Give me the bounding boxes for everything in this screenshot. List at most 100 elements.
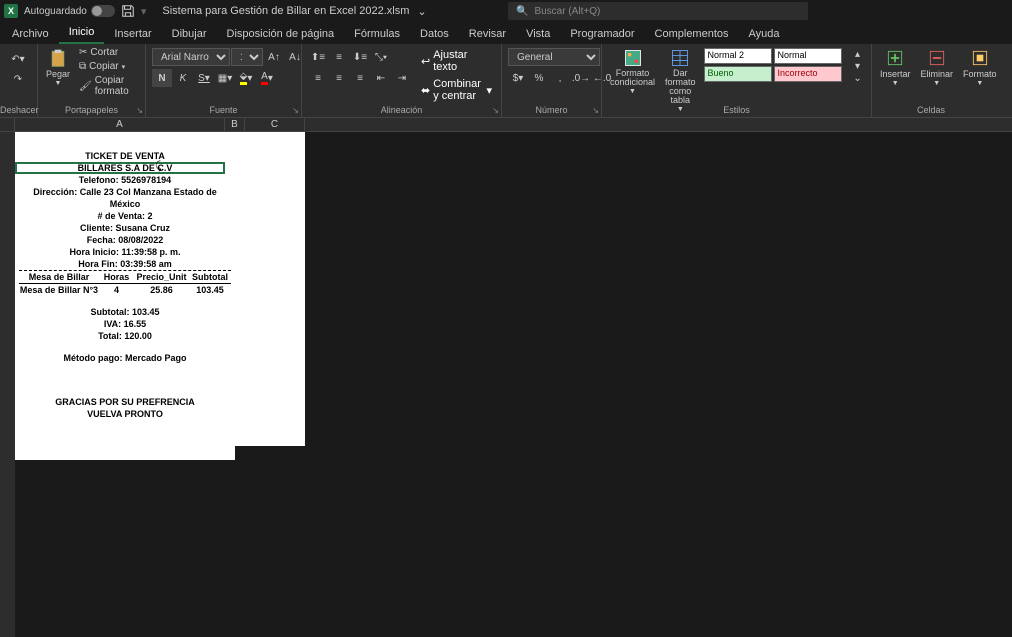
save-icon[interactable] (121, 4, 135, 18)
align-center-button[interactable]: ≡ (329, 69, 349, 87)
col-header-b[interactable]: B (225, 118, 245, 131)
group-alignment: ⬆≡ ≡ ⬇≡ ⤡▾ ≡ ≡ ≡ ⇤ ⇥ ↩Ajustar texto ⬌Com… (302, 44, 502, 117)
ticket-address: Dirección: Calle 23 Col Manzana Estado d… (19, 186, 231, 210)
decrease-indent-button[interactable]: ⇤ (371, 69, 391, 87)
tab-dibujar[interactable]: Dibujar (162, 24, 217, 44)
increase-font-button[interactable]: A↑ (264, 48, 284, 66)
copy-button[interactable]: ⧉Copiar▾ (76, 60, 141, 73)
delete-cells-button[interactable]: Eliminar▼ (917, 46, 958, 89)
tab-datos[interactable]: Datos (410, 24, 459, 44)
cut-button[interactable]: ✂Cortar (76, 46, 141, 59)
chevron-down-icon: ▾ (122, 63, 126, 71)
format-painter-button[interactable]: 🖌Copiar formato (76, 74, 141, 98)
align-bottom-button[interactable]: ⬇≡ (350, 48, 370, 66)
italic-button[interactable]: K (173, 69, 193, 87)
alignment-dialog-launcher-icon[interactable]: ↘ (492, 106, 499, 115)
currency-button[interactable]: $▾ (508, 69, 528, 87)
column-headers: A B C (0, 118, 1012, 132)
tab-formulas[interactable]: Fórmulas (344, 24, 410, 44)
file-name[interactable]: Sistema para Gestión de Billar en Excel … (162, 5, 409, 17)
tab-insertar[interactable]: Insertar (104, 24, 161, 44)
ticket-client: Cliente: Susana Cruz (19, 222, 231, 234)
tab-inicio[interactable]: Inicio (59, 22, 105, 44)
insert-cells-button[interactable]: Insertar▼ (876, 46, 915, 89)
group-clipboard: Pegar ▼ ✂Cortar ⧉Copiar▾ 🖌Copiar formato… (38, 44, 146, 117)
group-undo: ↶▾ ↷ Deshacer (0, 44, 38, 117)
chevron-down-icon: ▾ (486, 84, 492, 97)
group-styles: Formato condicional▼ Dar formato como ta… (602, 44, 872, 117)
ticket-start: Hora Inicio: 11:39:58 p. m. (19, 246, 231, 258)
clipboard-dialog-launcher-icon[interactable]: ↘ (136, 106, 143, 115)
increase-decimal-button[interactable]: .0→ (571, 69, 591, 87)
font-name-select[interactable]: Arial Narrow (152, 48, 230, 66)
styles-scroll-up-icon[interactable]: ▴ (848, 48, 868, 60)
orientation-button[interactable]: ⤡▾ (371, 48, 391, 66)
redo-button[interactable]: ↷ (8, 70, 28, 88)
number-dialog-launcher-icon[interactable]: ↘ (592, 106, 599, 115)
toggle-switch-icon[interactable] (91, 5, 115, 17)
align-left-button[interactable]: ≡ (308, 69, 328, 87)
fill-color-button[interactable]: ⬙▾ (236, 69, 256, 87)
search-icon: 🔍 (516, 6, 528, 17)
row-headers (0, 132, 15, 637)
autosave-toggle[interactable]: Autoguardado (24, 5, 115, 17)
format-cells-button[interactable]: Formato▼ (959, 46, 1001, 89)
group-styles-label: Estilos (602, 105, 871, 115)
paste-button[interactable]: Pegar ▼ (42, 46, 74, 89)
ticket-subtotal: Subtotal: 103.45 (19, 306, 231, 318)
merge-center-button[interactable]: ⬌Combinar y centrar▾ (418, 77, 495, 103)
font-dialog-launcher-icon[interactable]: ↘ (292, 106, 299, 115)
tab-ayuda[interactable]: Ayuda (739, 24, 790, 44)
tab-complementos[interactable]: Complementos (645, 24, 739, 44)
ticket-pay-method: Método pago: Mercado Pago (19, 352, 231, 364)
wrap-icon: ↩ (421, 55, 430, 68)
styles-more-icon[interactable]: ⌄ (848, 72, 868, 84)
chevron-down-icon: ▼ (892, 80, 899, 87)
tab-disposicion[interactable]: Disposición de página (217, 24, 345, 44)
ticket-table-header: Mesa de Billar Horas Precio_Unit Subtota… (19, 270, 231, 284)
percent-button[interactable]: % (529, 69, 549, 87)
bold-button[interactable]: N (152, 69, 172, 87)
ticket-sale-no: # de Venta: 2 (19, 210, 231, 222)
styles-scroll-down-icon[interactable]: ▾ (848, 60, 868, 72)
align-top-button[interactable]: ⬆≡ (308, 48, 328, 66)
cell-style-bad[interactable]: Incorrecto (774, 66, 842, 82)
ticket-total: Total: 120.00 (19, 330, 231, 342)
copy-icon: ⧉ (79, 61, 86, 72)
tab-archivo[interactable]: Archivo (2, 24, 59, 44)
select-all-corner[interactable] (0, 118, 15, 131)
ticket-phone: Telefono: 5526978194 (19, 174, 231, 186)
col-header-c[interactable]: C (245, 118, 305, 131)
group-clipboard-label: Portapapeles (38, 105, 145, 115)
tab-revisar[interactable]: Revisar (459, 24, 516, 44)
cell-style-normal[interactable]: Normal (774, 48, 842, 64)
underline-button[interactable]: S▾ (194, 69, 214, 87)
col-header-a[interactable]: A (15, 118, 225, 131)
ticket-date: Fecha: 08/08/2022 (19, 234, 231, 246)
comma-style-button[interactable]: , (550, 69, 570, 87)
chevron-down-icon: ▼ (933, 80, 940, 87)
qat-overflow-icon[interactable]: ▾ (141, 5, 147, 18)
font-size-select[interactable]: 10 (231, 48, 263, 66)
border-button[interactable]: ▦▾ (215, 69, 235, 87)
group-cells: Insertar▼ Eliminar▼ Formato▼ Celdas (872, 44, 990, 117)
brush-icon: 🖌 (79, 81, 92, 92)
align-middle-button[interactable]: ≡ (329, 48, 349, 66)
tab-vista[interactable]: Vista (516, 24, 560, 44)
conditional-format-button[interactable]: Formato condicional▼ (606, 46, 659, 97)
number-format-select[interactable]: General (508, 48, 600, 66)
chevron-down-icon: ▼ (629, 88, 636, 95)
align-right-button[interactable]: ≡ (350, 69, 370, 87)
scissors-icon: ✂ (79, 47, 87, 58)
search-input[interactable]: 🔍 Buscar (Alt+Q) (508, 2, 808, 20)
file-dropdown-icon[interactable]: ⌄ (417, 5, 426, 18)
cell-style-normal2[interactable]: Normal 2 (704, 48, 772, 64)
increase-indent-button[interactable]: ⇥ (392, 69, 412, 87)
undo-button[interactable]: ↶▾ (8, 50, 28, 68)
ticket-thanks2: VUELVA PRONTO (19, 408, 231, 420)
tab-programador[interactable]: Programador (560, 24, 644, 44)
worksheet-area[interactable]: TICKET DE VENTA BILLARES S.A DE C.V Tele… (0, 132, 1012, 637)
cell-style-good[interactable]: Bueno (704, 66, 772, 82)
wrap-text-button[interactable]: ↩Ajustar texto (418, 48, 495, 74)
font-color-button[interactable]: A▾ (257, 69, 277, 87)
